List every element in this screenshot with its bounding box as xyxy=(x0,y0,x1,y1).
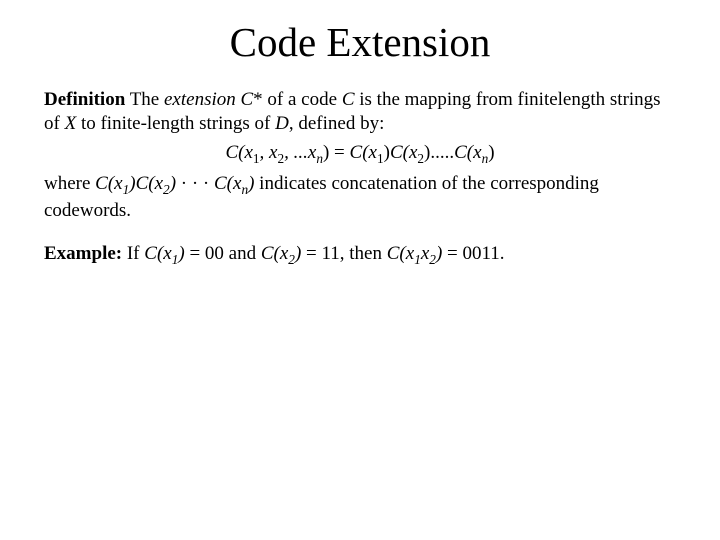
example-eq2: = 11, then xyxy=(301,243,386,264)
example-s2b: 2 xyxy=(429,252,436,267)
concat-Cx1: C(x xyxy=(95,173,122,194)
concat-dots: · · · xyxy=(176,173,214,194)
eq-sub-1a: 1 xyxy=(253,150,260,165)
definition-text-1: The xyxy=(125,89,164,110)
concat-s2: 2 xyxy=(163,182,170,197)
definition-D: D xyxy=(275,113,289,134)
definition-text-5: , defined by: xyxy=(289,113,385,134)
concat-where: where xyxy=(44,173,95,194)
eq-sub-na: n xyxy=(316,150,323,165)
definition-star: * xyxy=(253,89,263,110)
slide: Code Extension Definition The extension … xyxy=(0,0,720,540)
eq-comma-x2: , x xyxy=(260,142,278,163)
example-s1b: 1 xyxy=(414,252,421,267)
eq-sub-1b: 1 xyxy=(377,150,384,165)
definition-label: Definition xyxy=(44,89,125,110)
equation: C(x1, x2, ...xn) = C(x1)C(x2).....C(xn) xyxy=(44,142,676,167)
spacer xyxy=(44,228,676,242)
eq-dots-xn: , ...x xyxy=(284,142,316,163)
example-eq1: = 00 and xyxy=(185,243,261,264)
definition-extension: extension C xyxy=(164,89,253,110)
definition-text-4: to finite-length strings of xyxy=(76,113,275,134)
concat-Cxn: C(x xyxy=(214,173,241,194)
example-Cx2: C(x xyxy=(261,243,288,264)
example-s2: 2 xyxy=(288,252,295,267)
concat-mid: )C(x xyxy=(129,173,163,194)
eq-Cx1: C(x xyxy=(350,142,377,163)
example-eq3: = 0011. xyxy=(442,243,504,264)
eq-Cx2: C(x xyxy=(390,142,417,163)
definition-code-C: C xyxy=(342,89,355,110)
eq-rparen-eq: ) = xyxy=(323,142,350,163)
example-label: Example: xyxy=(44,243,122,264)
concat-paragraph: where C(x1)C(x2) · · · C(xn) indicates c… xyxy=(44,172,676,222)
page-title: Code Extension xyxy=(44,18,676,66)
example-paragraph: Example: If C(x1) = 00 and C(x2) = 11, t… xyxy=(44,242,676,268)
example-Cx12: C(x xyxy=(387,243,414,264)
definition-paragraph: Definition The extension C* of a code C … xyxy=(44,88,676,136)
example-if: If xyxy=(122,243,144,264)
definition-X: X xyxy=(65,113,77,134)
eq-ell: .... xyxy=(435,142,454,163)
definition-text-2: of a code xyxy=(263,89,342,110)
eq-rp3: ) xyxy=(488,142,494,163)
eq-Cxn: C(x xyxy=(454,142,481,163)
example-Cx1: C(x xyxy=(144,243,171,264)
eq-lhs-C: C(x xyxy=(225,142,252,163)
